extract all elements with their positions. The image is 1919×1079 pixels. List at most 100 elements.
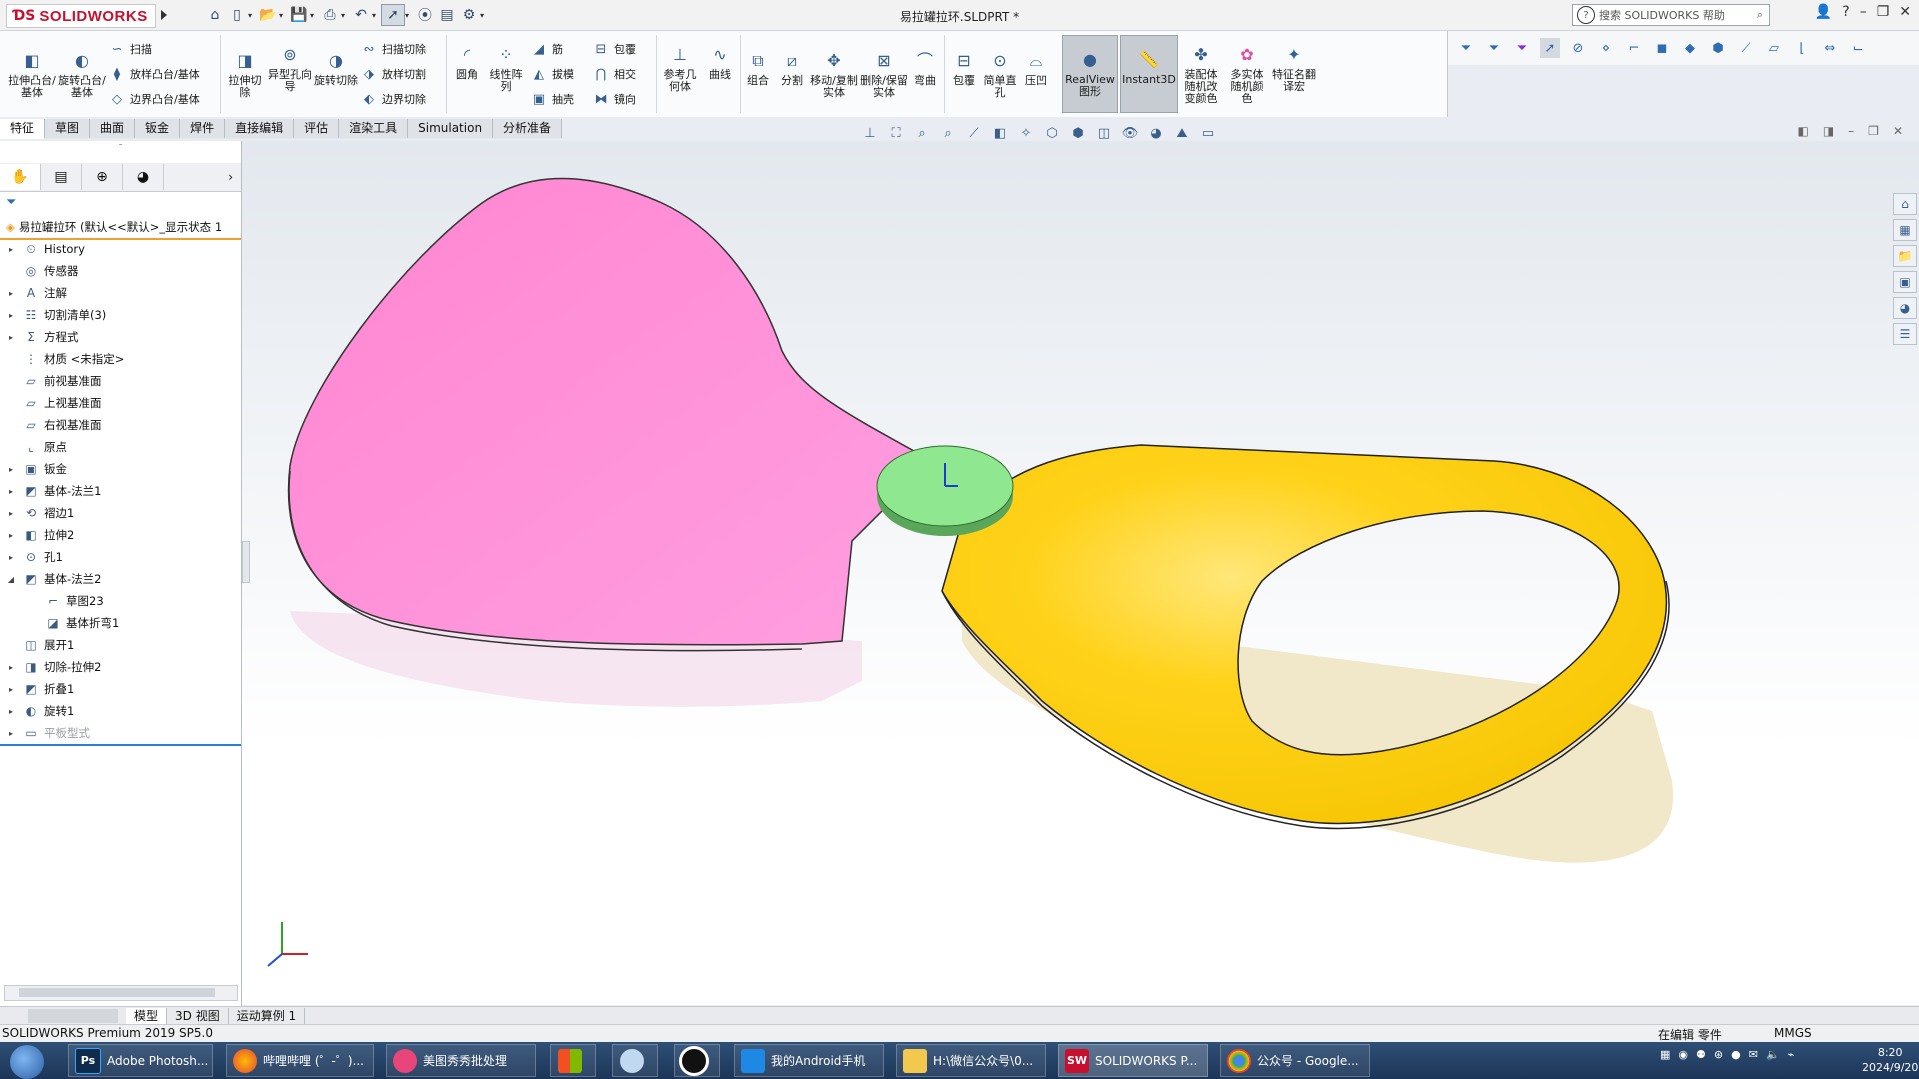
open-dropdown-icon[interactable]: ▾ — [279, 11, 288, 20]
tree-expand-arrow-icon[interactable]: ◢ — [6, 575, 16, 584]
restore-icon[interactable]: ❐ — [1877, 4, 1890, 20]
pink-tab-body[interactable] — [287, 177, 934, 646]
tree-item[interactable]: ▸ ▭ 平板型式 — [0, 722, 90, 744]
loft-cut-button[interactable]: ⬗ 放样切割 — [360, 65, 426, 83]
file-properties-icon[interactable]: ▤ — [436, 5, 458, 25]
realview-button[interactable]: ● RealView 图形 — [1062, 35, 1118, 113]
filter-axes-icon[interactable]: ⟋ — [1736, 38, 1756, 58]
new-document-icon[interactable]: ▯ — [226, 5, 248, 25]
dynamic-annotation-icon[interactable]: ◧ — [990, 123, 1010, 143]
view-palette-icon[interactable]: ▣ — [1893, 271, 1917, 293]
appearances-icon[interactable]: ◕ — [1893, 297, 1917, 319]
tree-item[interactable]: ▱ 右视基准面 — [0, 414, 101, 436]
section-view-icon[interactable]: ⟋ — [964, 123, 984, 143]
filter-vertices-icon[interactable]: ⋄ — [1596, 38, 1616, 58]
tree-item[interactable]: ▸ ◩ 折叠1 — [0, 678, 74, 700]
assembly-random-color-button[interactable]: ✤ 装配体随机改变颜色 — [1180, 43, 1222, 105]
taskbar-paint-tool[interactable] — [612, 1044, 658, 1077]
shell-button[interactable]: ▣ 抽壳 — [530, 90, 574, 108]
tree-filter-icon[interactable]: ⏷ — [6, 195, 16, 210]
panel-drag-handle[interactable]: ⁃ — [0, 141, 241, 153]
expand-tabs-chevron-icon[interactable]: › — [228, 170, 233, 184]
save-icon[interactable]: 💾 — [288, 5, 310, 25]
mirror-button[interactable]: ⧓ 镜向 — [592, 90, 637, 108]
tab-sketch[interactable]: 草图 — [45, 119, 91, 138]
taskbar-google[interactable]: 公众号 - Google... — [1220, 1044, 1370, 1077]
menu-expand-arrow-icon[interactable] — [158, 5, 170, 25]
select-arrow-icon[interactable]: ➚ — [381, 4, 405, 26]
network-icon[interactable]: ⌁ — [1788, 1048, 1795, 1061]
clear-filter-icon[interactable]: ⊘ — [1568, 38, 1588, 58]
undo-icon[interactable]: ↶ — [350, 5, 372, 25]
close-icon[interactable]: ✕ — [1899, 4, 1911, 20]
filter-planes-icon[interactable]: ▱ — [1764, 38, 1784, 58]
help-search-box[interactable]: ? 搜索 SOLIDWORKS 帮助 ⌕ — [1572, 4, 1770, 26]
indent-button[interactable]: ⌓ 压凹 — [1020, 49, 1052, 87]
tree-item[interactable]: ◢ ◩ 基体-法兰2 — [0, 568, 102, 590]
tree-item[interactable]: ◫ 展开1 — [0, 634, 74, 656]
move-copy-body-button[interactable]: ✥ 移动/复制实体 — [810, 49, 858, 99]
new-dropdown-icon[interactable]: ▾ — [248, 11, 257, 20]
taskbar-photoshop[interactable]: Ps Adobe Photosh... — [68, 1044, 213, 1077]
tab-3d-views[interactable]: 3D 视图 — [167, 1008, 229, 1024]
tab-analysis-prep[interactable]: 分析准备 — [493, 119, 563, 138]
tree-item[interactable]: ⌐ 草图23 — [0, 590, 104, 612]
monitor-icon[interactable]: ▭ — [1198, 123, 1218, 143]
hide-show-icon[interactable]: 👁 — [1120, 123, 1140, 143]
tree-item[interactable]: ▱ 上视基准面 — [0, 392, 101, 414]
tray-app-icon[interactable]: ▦ — [1660, 1048, 1670, 1061]
filter-sketch-icon[interactable]: ⌊ — [1792, 38, 1812, 58]
tree-expand-arrow-icon[interactable]: ▸ — [6, 311, 16, 320]
tab-features[interactable]: 特征 — [0, 119, 46, 139]
tree-item[interactable]: ▱ 前视基准面 — [0, 370, 101, 392]
tree-item[interactable]: ▸ ⟲ 褶边1 — [0, 502, 74, 524]
help-search-input[interactable]: 搜索 SOLIDWORKS 帮助 — [1599, 7, 1725, 23]
tree-expand-arrow-icon[interactable]: ▸ — [6, 289, 16, 298]
delete-keep-body-button[interactable]: ⊠ 删除/保留实体 — [860, 49, 908, 99]
taskbar-solidworks[interactable]: SW SOLIDWORKS P... — [1058, 1044, 1208, 1077]
taskbar-android[interactable]: 我的Android手机 — [734, 1044, 884, 1077]
part-root-node[interactable]: ◈ 易拉罐拉环 (默认<<默认>_显示状态 1 — [0, 216, 241, 240]
filter-icon[interactable]: ⏷ — [1456, 38, 1476, 58]
tree-expand-arrow-icon[interactable]: ▸ — [6, 509, 16, 518]
tree-item[interactable]: ▸ ▣ 钣金 — [0, 458, 67, 480]
tree-expand-arrow-icon[interactable]: ▸ — [6, 553, 16, 562]
tree-expand-arrow-icon[interactable]: ▸ — [6, 707, 16, 716]
home-icon[interactable]: ⌂ — [204, 5, 226, 25]
reference-geometry-button[interactable]: ⊥ 参考几何体 — [660, 43, 700, 93]
file-explorer-icon[interactable]: 📁 — [1893, 245, 1917, 267]
scene-icon[interactable]: ⛰ — [1172, 123, 1192, 143]
viewport-restore-icon[interactable]: ❐ — [1868, 124, 1879, 138]
tree-item[interactable]: ▸ Σ 方程式 — [0, 326, 79, 348]
view-orientation-icon[interactable]: ⊥ — [860, 123, 880, 143]
tree-expand-arrow-icon[interactable]: ▸ — [6, 465, 16, 474]
select-dropdown-icon[interactable]: ▾ — [405, 11, 414, 20]
tray-bluetooth-icon[interactable]: ⚉ — [1696, 1048, 1706, 1061]
start-button[interactable] — [10, 1045, 44, 1079]
tree-item[interactable]: ▸ ◐ 旋转1 — [0, 700, 74, 722]
minimize-icon[interactable]: – — [1860, 4, 1867, 20]
filter-toggle-icon[interactable]: ⏷ — [1484, 38, 1504, 58]
combine-button[interactable]: ⧉ 组合 — [742, 49, 774, 87]
viewport-tile-left-icon[interactable]: ◧ — [1797, 124, 1808, 138]
zoom-area-icon[interactable]: ⌕ — [912, 123, 932, 143]
standard-views-icon[interactable]: ⬡ — [1042, 123, 1062, 143]
sweep-button[interactable]: ∽ 扫描 — [108, 40, 152, 58]
viewport-minimize-icon[interactable]: – — [1848, 124, 1854, 138]
search-icon[interactable]: ⌕ — [1757, 8, 1763, 22]
tree-expand-arrow-icon[interactable]: ▸ — [6, 487, 16, 496]
display-pane-icon[interactable]: ◫ — [1094, 123, 1114, 143]
graphics-area[interactable] — [242, 141, 1919, 1005]
undo-dropdown-icon[interactable]: ▾ — [372, 11, 381, 20]
filter-edges-icon[interactable]: ⌐ — [1624, 38, 1644, 58]
split-button[interactable]: ⧄ 分割 — [776, 49, 808, 87]
unit-system[interactable]: MMGS — [1774, 1026, 1812, 1040]
feature-translate-macro-button[interactable]: ✦ 特征名翻译宏 — [1272, 43, 1316, 93]
tab-render-tools[interactable]: 渲染工具 — [339, 119, 409, 138]
tree-item[interactable]: ▸ ◨ 切除-拉伸2 — [0, 656, 101, 678]
display-style-icon[interactable]: ⬢ — [1068, 123, 1088, 143]
rollback-bar[interactable] — [0, 744, 241, 746]
revolve-cut-button[interactable]: ◑ 旋转切除 — [314, 49, 358, 87]
zoom-to-fit-icon[interactable]: ⛶ — [886, 123, 906, 143]
clock[interactable]: 8:20 2024/9/20 — [1862, 1045, 1918, 1075]
